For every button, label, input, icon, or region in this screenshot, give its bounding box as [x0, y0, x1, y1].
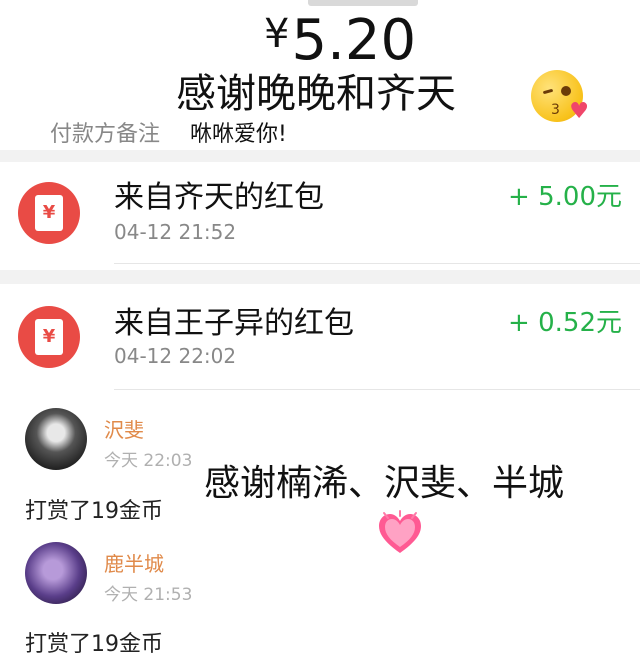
red-packet-title: 来自王子异的红包: [114, 306, 354, 341]
red-packet-amount: + 0.52元: [508, 308, 622, 338]
red-packet-time: 04-12 21:52: [114, 220, 237, 244]
amount-value: 5.20: [291, 8, 417, 73]
reward-user-name[interactable]: 鹿半城: [104, 548, 164, 577]
reward-text: 打赏了19金币: [25, 499, 163, 524]
reward-text: 打赏了19金币: [25, 632, 163, 657]
red-packet-amount: + 5.00元: [508, 182, 622, 212]
screenshot-page: ¥5.20 感谢晚晚和齐天 3 ♥ 付款方备注 咻咻爱你! ¥ 来自齐天的红包 …: [0, 0, 640, 671]
kissing-face-emoji-icon: 3 ♥: [531, 70, 589, 124]
thanks-overlay-text: 感谢晚晚和齐天: [176, 71, 456, 117]
remark-value: 咻咻爱你!: [190, 122, 287, 147]
row-divider: [114, 389, 640, 390]
red-packet-time: 04-12 22:02: [114, 344, 237, 368]
avatar[interactable]: [25, 408, 87, 470]
section-gap: [0, 150, 640, 162]
row-divider: [114, 263, 640, 264]
yen-red-envelope-icon: ¥: [18, 182, 80, 244]
pink-heart-icon: [379, 510, 421, 553]
reward-user-name[interactable]: 沢斐: [104, 414, 144, 443]
section-gap: [0, 270, 640, 284]
avatar[interactable]: [25, 542, 87, 604]
red-packet-row[interactable]: ¥ 来自王子异的红包 04-12 22:02 + 0.52元: [0, 284, 640, 392]
yen-red-envelope-icon: ¥: [18, 306, 80, 368]
remark-label: 付款方备注: [50, 122, 161, 147]
red-packet-row[interactable]: ¥ 来自齐天的红包 04-12 21:52 + 5.00元: [0, 162, 640, 270]
payment-amount: ¥5.20: [264, 2, 416, 73]
reward-time: 今天 21:53: [104, 585, 193, 605]
reward-time: 今天 22:03: [104, 451, 193, 471]
red-packet-title: 来自齐天的红包: [114, 180, 324, 215]
thanks-overlay-text: 感谢楠浠、沢斐、半城: [204, 463, 565, 504]
currency-symbol: ¥: [264, 11, 290, 57]
